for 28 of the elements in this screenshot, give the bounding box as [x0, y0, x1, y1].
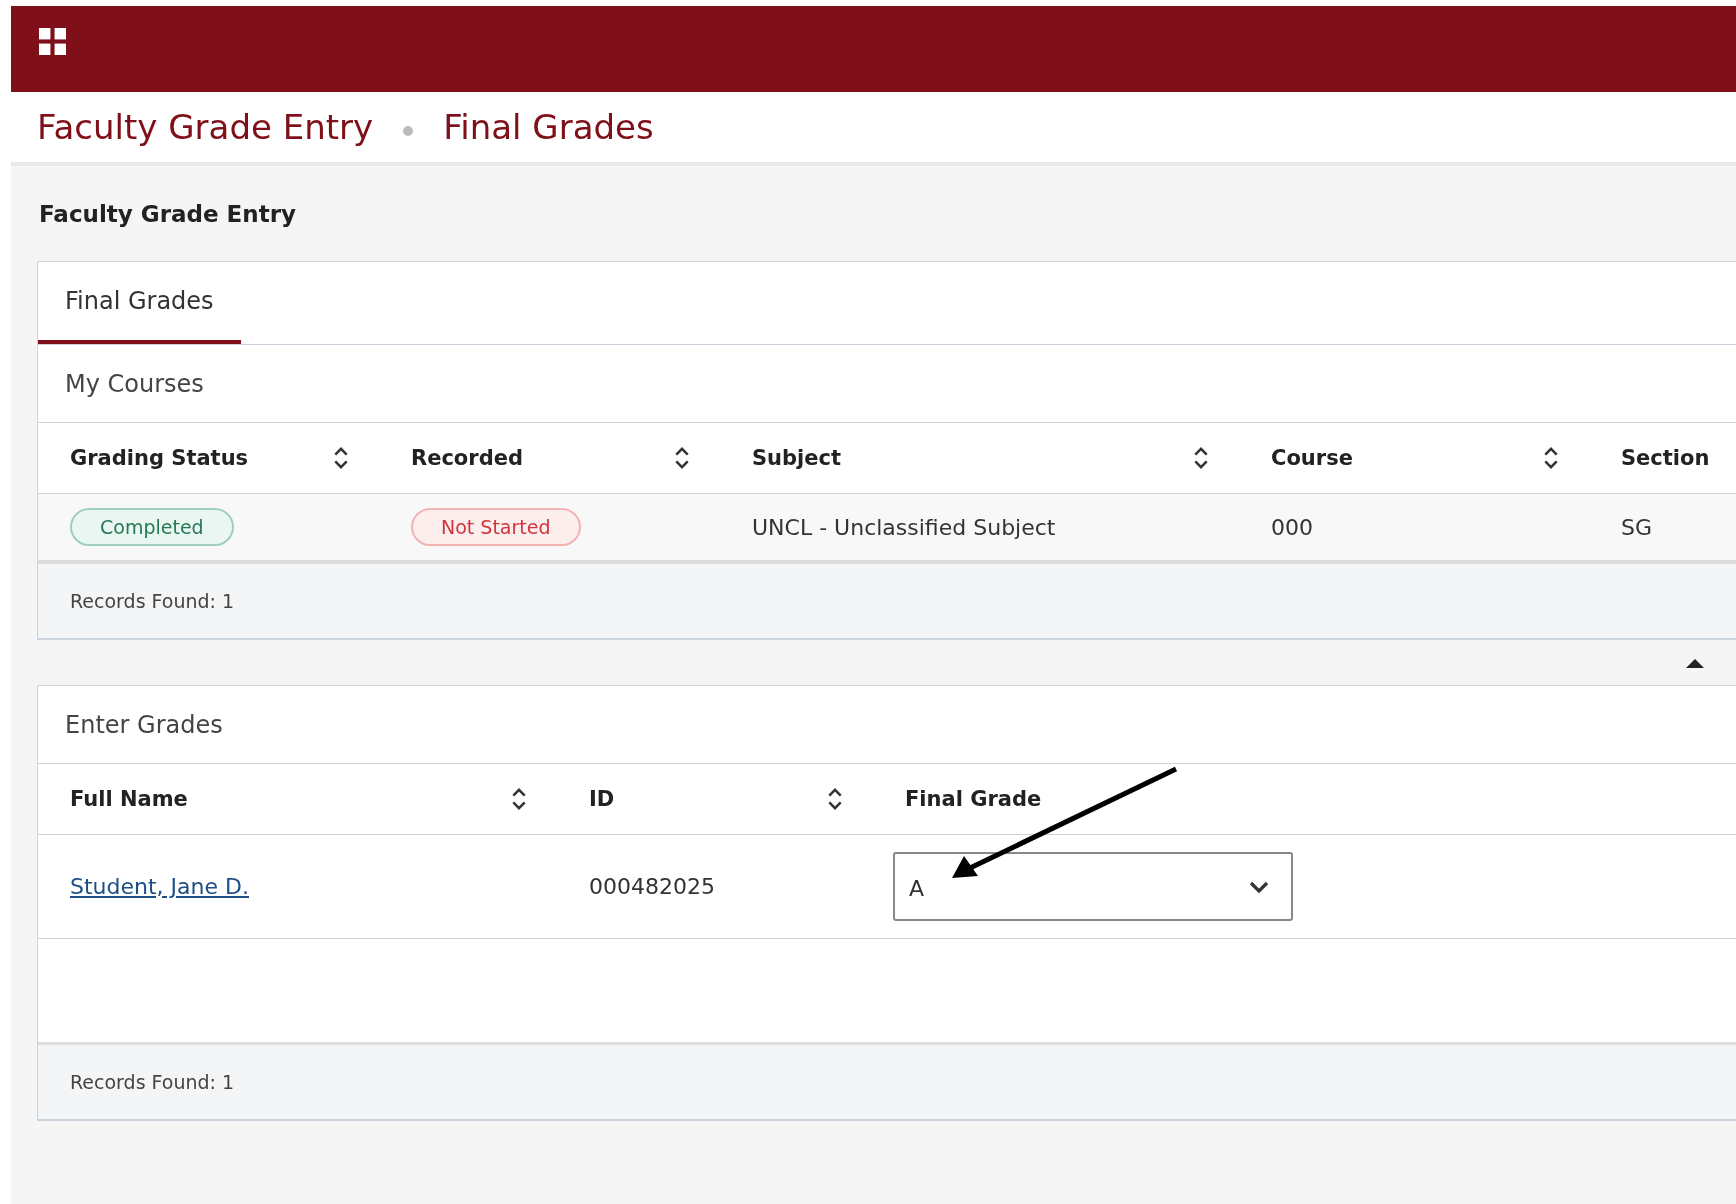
column-header: Full Name — [70, 787, 188, 811]
status-badge: Completed — [70, 508, 234, 546]
chevron-down-icon — [1249, 880, 1269, 893]
section-title: My Courses — [38, 345, 1736, 423]
page-title: Faculty Grade Entry — [38, 199, 296, 229]
table-cell: UNCL - Unclassified Subject — [752, 514, 1056, 540]
app-grid-icon[interactable] — [39, 27, 66, 55]
table-cell: 000 — [1271, 514, 1313, 540]
column-header: Recorded — [411, 446, 523, 470]
column-header: Course — [1271, 446, 1353, 470]
section-title: Enter Grades — [38, 686, 1736, 764]
column-header: Subject — [752, 446, 842, 470]
column-header: Grading Status — [70, 446, 249, 470]
separator-dot-icon — [403, 126, 414, 136]
tab[interactable]: Final Grades — [38, 262, 241, 344]
column-header: Final Grade — [905, 787, 1042, 811]
student-link[interactable]: Student, Jane D. — [70, 874, 249, 899]
breadcrumb-link[interactable]: Final Grades — [443, 107, 654, 147]
column-header: Section — [1621, 446, 1710, 470]
column-header: ID — [589, 787, 615, 811]
records-count: Records Found: 1 — [70, 590, 235, 612]
table-cell: 000482025 — [589, 874, 715, 899]
table-cell: SG — [1621, 514, 1652, 540]
grade-dropdown[interactable]: A — [893, 852, 1293, 921]
breadcrumb-link[interactable]: Faculty Grade Entry — [37, 107, 374, 147]
status-badge: Not Started — [411, 508, 581, 546]
collapse-caret-icon[interactable] — [1686, 657, 1704, 668]
records-count: Records Found: 1 — [70, 1071, 235, 1093]
